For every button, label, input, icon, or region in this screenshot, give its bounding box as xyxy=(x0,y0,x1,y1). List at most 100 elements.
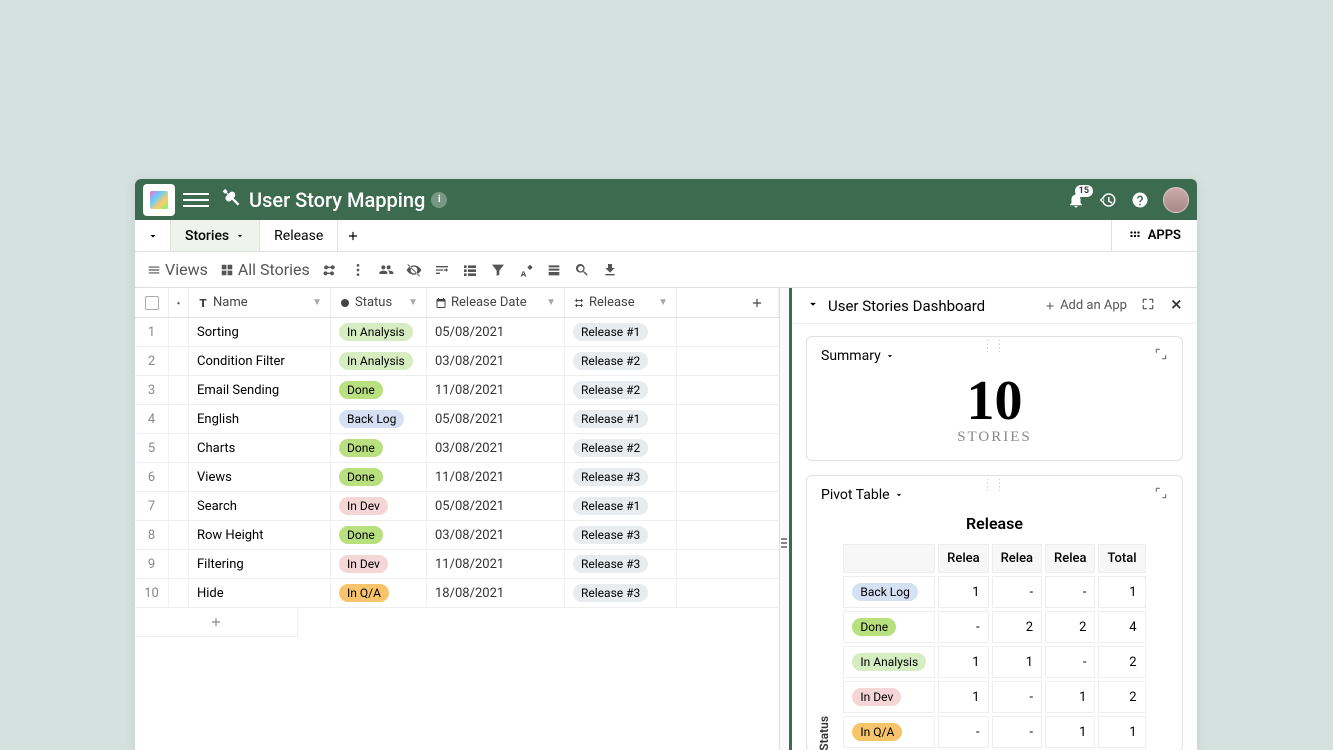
cell-date[interactable]: 11/08/2021 xyxy=(427,550,565,578)
column-release[interactable]: Release▼ xyxy=(565,288,677,317)
views-menu[interactable]: Views xyxy=(147,260,208,279)
cell-release[interactable]: Release #2 xyxy=(565,434,677,462)
card-expand-icon[interactable] xyxy=(1154,347,1168,365)
table-header: Name▼ Status▼ Release Date▼ Release▼ xyxy=(135,288,779,318)
cell-status[interactable]: Done xyxy=(331,376,427,404)
visibility-icon[interactable] xyxy=(406,262,422,278)
pivot-row: In Q/A--11 xyxy=(843,716,1145,748)
cell-status[interactable]: Done xyxy=(331,463,427,491)
cell-name[interactable]: Search xyxy=(189,492,331,520)
cell-name[interactable]: Email Sending xyxy=(189,376,331,404)
history-icon[interactable] xyxy=(1099,191,1117,209)
cell-name[interactable]: Filtering xyxy=(189,550,331,578)
cell-date[interactable]: 05/08/2021 xyxy=(427,318,565,346)
cell-release[interactable]: Release #1 xyxy=(565,405,677,433)
cell-date[interactable]: 11/08/2021 xyxy=(427,463,565,491)
row-lock xyxy=(169,579,189,607)
sort-icon[interactable] xyxy=(434,262,450,278)
cell-status[interactable]: In Analysis xyxy=(331,318,427,346)
add-tab-button[interactable] xyxy=(338,220,368,251)
cell-name[interactable]: Hide xyxy=(189,579,331,607)
select-all-checkbox[interactable] xyxy=(135,288,169,317)
cell-date[interactable]: 05/08/2021 xyxy=(427,492,565,520)
table-row[interactable]: 2Condition FilterIn Analysis03/08/2021Re… xyxy=(135,347,779,376)
bell-icon[interactable]: 15 xyxy=(1067,191,1085,209)
table-row[interactable]: 6ViewsDone11/08/2021Release #3 xyxy=(135,463,779,492)
cell-name[interactable]: Charts xyxy=(189,434,331,462)
logo-button[interactable] xyxy=(143,184,175,216)
help-icon[interactable] xyxy=(1131,191,1149,209)
pivot-dropdown[interactable]: Pivot Table xyxy=(821,487,904,503)
drag-handle-icon[interactable]: ⋮⋮⋮⋮ xyxy=(983,482,1007,490)
add-row-button[interactable] xyxy=(135,608,298,637)
share-icon[interactable] xyxy=(322,262,338,278)
avatar[interactable] xyxy=(1163,187,1189,213)
cell-date[interactable]: 11/08/2021 xyxy=(427,376,565,404)
summary-dropdown[interactable]: Summary xyxy=(821,348,895,364)
apps-button[interactable]: APPS xyxy=(1111,220,1197,251)
format-icon[interactable] xyxy=(518,262,534,278)
pivot-cell: - xyxy=(938,716,988,748)
current-view[interactable]: All Stories xyxy=(220,260,310,279)
cell-release[interactable]: Release #3 xyxy=(565,521,677,549)
tabs-collapse-icon[interactable] xyxy=(135,220,171,251)
table-row[interactable]: 10HideIn Q/A18/08/2021Release #3 xyxy=(135,579,779,608)
table-row[interactable]: 9FilteringIn Dev11/08/2021Release #3 xyxy=(135,550,779,579)
row-height-icon[interactable] xyxy=(546,262,562,278)
collapse-icon[interactable] xyxy=(806,296,820,315)
cell-name[interactable]: Views xyxy=(189,463,331,491)
expand-icon[interactable] xyxy=(1141,297,1155,315)
pivot-row-label: In Q/A xyxy=(843,716,935,748)
split-handle[interactable] xyxy=(780,288,792,750)
cell-name[interactable]: English xyxy=(189,405,331,433)
people-icon[interactable] xyxy=(378,262,394,278)
tab-label: Stories xyxy=(185,228,229,244)
tab-release[interactable]: Release xyxy=(260,220,338,251)
drag-handle-icon[interactable]: ⋮⋮⋮⋮ xyxy=(983,343,1007,351)
cell-name[interactable]: Row Height xyxy=(189,521,331,549)
search-icon[interactable] xyxy=(574,262,590,278)
more-icon[interactable] xyxy=(350,262,366,278)
cell-release[interactable]: Release #3 xyxy=(565,463,677,491)
cell-status[interactable]: In Dev xyxy=(331,492,427,520)
cell-date[interactable]: 03/08/2021 xyxy=(427,521,565,549)
cell-release[interactable]: Release #2 xyxy=(565,347,677,375)
group-icon[interactable] xyxy=(462,262,478,278)
cell-status[interactable]: Done xyxy=(331,434,427,462)
cell-release[interactable]: Release #3 xyxy=(565,579,677,607)
cell-date[interactable]: 18/08/2021 xyxy=(427,579,565,607)
menu-icon[interactable] xyxy=(183,187,209,213)
table-row[interactable]: 1SortingIn Analysis05/08/2021Release #1 xyxy=(135,318,779,347)
add-app-button[interactable]: Add an App xyxy=(1044,298,1127,313)
tab-stories[interactable]: Stories xyxy=(171,220,260,251)
cell-status[interactable]: In Q/A xyxy=(331,579,427,607)
column-release-date[interactable]: Release Date▼ xyxy=(427,288,565,317)
column-name[interactable]: Name▼ xyxy=(189,288,331,317)
cell-date[interactable]: 03/08/2021 xyxy=(427,347,565,375)
cell-release[interactable]: Release #1 xyxy=(565,318,677,346)
cell-date[interactable]: 05/08/2021 xyxy=(427,405,565,433)
pivot-row-label: In Dev xyxy=(843,681,935,713)
table-row[interactable]: 3Email SendingDone11/08/2021Release #2 xyxy=(135,376,779,405)
close-icon[interactable] xyxy=(1169,297,1183,315)
table-row[interactable]: 7SearchIn Dev05/08/2021Release #1 xyxy=(135,492,779,521)
cell-release[interactable]: Release #3 xyxy=(565,550,677,578)
cell-name[interactable]: Sorting xyxy=(189,318,331,346)
table-row[interactable]: 4EnglishBack Log05/08/2021Release #1 xyxy=(135,405,779,434)
cell-release[interactable]: Release #1 xyxy=(565,492,677,520)
cell-release[interactable]: Release #2 xyxy=(565,376,677,404)
cell-status[interactable]: Back Log xyxy=(331,405,427,433)
column-status[interactable]: Status▼ xyxy=(331,288,427,317)
cell-status[interactable]: In Analysis xyxy=(331,347,427,375)
card-expand-icon[interactable] xyxy=(1154,486,1168,504)
table-row[interactable]: 5ChartsDone03/08/2021Release #2 xyxy=(135,434,779,463)
add-column-button[interactable] xyxy=(677,288,779,317)
cell-name[interactable]: Condition Filter xyxy=(189,347,331,375)
export-icon[interactable] xyxy=(602,262,618,278)
info-icon[interactable]: i xyxy=(431,192,447,208)
table-row[interactable]: 8Row HeightDone03/08/2021Release #3 xyxy=(135,521,779,550)
cell-status[interactable]: Done xyxy=(331,521,427,549)
filter-icon[interactable] xyxy=(490,262,506,278)
cell-date[interactable]: 03/08/2021 xyxy=(427,434,565,462)
cell-status[interactable]: In Dev xyxy=(331,550,427,578)
